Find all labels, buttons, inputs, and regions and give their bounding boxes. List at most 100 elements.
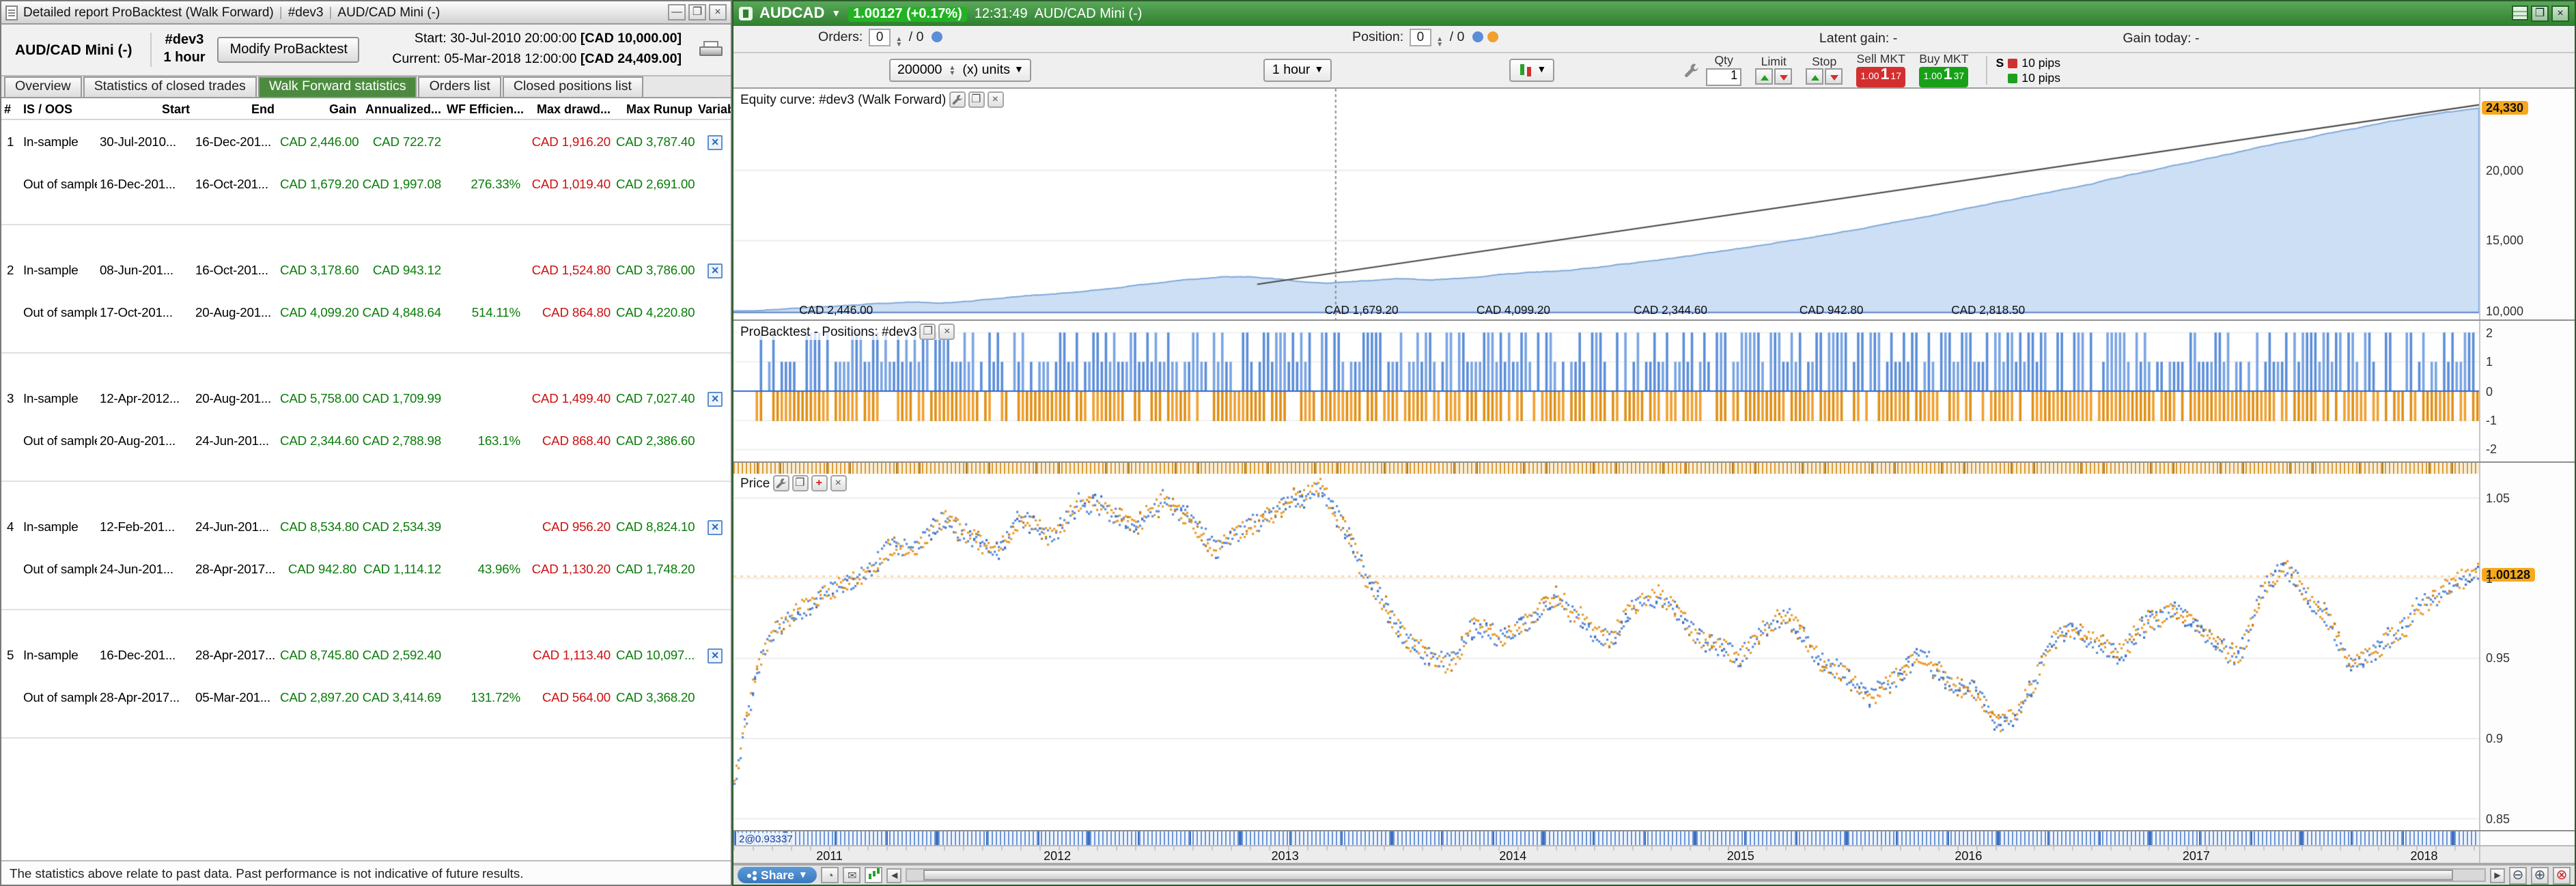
chart-type-dropdown[interactable]: ▼ [1509,59,1554,82]
close-panel-icon[interactable]: × [987,91,1003,108]
reset-zoom-icon[interactable]: ⊗ [2553,866,2571,884]
chevron-down-icon[interactable]: ▼ [831,9,841,18]
table-row[interactable]: 1In-sample30-Jul-2010...16-Dec-201...CAD… [1,120,731,162]
user-icon[interactable]: ◔ [822,867,839,883]
positions-chart-canvas[interactable] [733,321,2479,461]
equity-chart[interactable]: Equity curve: #dev3 (Walk Forward) ❐ × C… [733,89,2479,319]
table-row[interactable]: 5In-sample16-Dec-201...28-Apr-2017...CAD… [1,633,731,676]
wrench-icon[interactable] [772,475,789,491]
stop-loss-icon[interactable] [2008,58,2017,68]
tab-closed-positions-list[interactable]: Closed positions list [503,76,643,97]
position-alert-icon[interactable] [1487,31,1498,42]
tab-statistics-of-closed-trades[interactable]: Statistics of closed trades [83,76,257,97]
scroll-left-icon[interactable]: ◀ [887,868,902,883]
chart-titlebar[interactable]: AUDCAD ▼ 1.00127 (+0.17%) 12:31:49 AUD/C… [733,1,2575,26]
variables-icon[interactable]: × [708,391,723,406]
row-max-runup: CAD 1,748.20 [613,561,695,576]
close-icon[interactable]: × [2551,5,2569,22]
variables-icon[interactable]: × [708,519,723,534]
buy-mkt-button[interactable]: 1.00137 [1919,67,1968,87]
report-titlebar[interactable]: Detailed report ProBacktest (Walk Forwar… [1,1,731,25]
equity-chart-canvas[interactable] [733,89,2479,319]
restore-icon[interactable]: ❐ [688,4,706,20]
position-settings-icon[interactable] [1472,31,1483,42]
float-window-icon[interactable]: ❐ [968,91,984,108]
minimize-icon[interactable]: — [668,4,686,20]
print-icon[interactable] [699,41,723,59]
horizontal-scrollbar[interactable] [906,868,2486,882]
row-type: Out of sample [20,176,97,191]
equity-panel-title: Equity curve: #dev3 (Walk Forward) [740,92,946,107]
row-start-date: 12-Apr-2012... [97,390,193,405]
report-instrument: AUD/CAD Mini (-) [337,5,440,20]
table-row[interactable]: Out of sample28-Apr-2017...05-Mar-201...… [1,676,731,718]
position-status: Position: 0▲▼ / 0 [1352,30,1498,48]
scroll-right-icon[interactable]: ▶ [2490,868,2505,883]
variables-icon[interactable]: × [708,263,723,278]
close-panel-icon[interactable]: × [939,324,955,340]
row-max-drawdown: CAD 1,019.40 [523,176,613,191]
table-row[interactable]: Out of sample16-Dec-201...16-Oct-201...C… [1,162,731,205]
stop-pips-2[interactable]: 10 pips [2021,71,2060,85]
add-indicator-icon[interactable]: + [811,475,827,491]
restore-icon[interactable]: ❐ [2531,5,2549,22]
row-end-date: 20-Aug-201... [193,390,277,405]
qty-field: Qty 1 [1706,55,1741,85]
table-row[interactable]: 4In-sample12-Feb-201...24-Jun-201...CAD … [1,505,731,547]
report-strategy: #dev3 [288,5,324,20]
equity-axis: 24,330 20,00015,00010,000 [2479,89,2575,319]
buy-limit-button[interactable] [1755,69,1773,85]
row-type: In-sample [20,390,97,405]
performance-icon[interactable] [865,867,883,883]
order-settings-wrench-icon[interactable] [1684,63,1699,78]
row-number: 4 [1,519,20,534]
buy-stop-button[interactable] [1806,69,1823,85]
sell-stop-button[interactable] [1825,69,1843,85]
tab-walk-forward-statistics[interactable]: Walk Forward statistics [258,76,417,97]
orders-count-input[interactable]: 0 [869,29,891,46]
share-button[interactable]: Share ▼ [738,867,817,883]
variables-icon[interactable]: × [708,134,723,149]
quantity-spinner[interactable]: ▲▼ [949,65,955,76]
stop-orders: Stop [1806,55,1843,85]
float-window-icon[interactable]: ❐ [920,324,936,340]
close-panel-icon[interactable]: × [830,475,846,491]
table-row[interactable]: 3In-sample12-Apr-2012...20-Aug-201...CAD… [1,377,731,419]
zoom-out-icon[interactable]: ⊖ [2509,866,2527,884]
sell-mkt-button[interactable]: 1.00117 [1856,67,1905,87]
tab-orders-list[interactable]: Orders list [419,76,501,97]
position-spinner[interactable]: ▲▼ [1436,37,1443,48]
sell-limit-button[interactable] [1774,69,1792,85]
variables-icon[interactable]: × [708,648,723,663]
mail-icon[interactable]: ✉ [843,867,861,883]
zoom-in-icon[interactable]: ⊕ [2531,866,2549,884]
float-window-icon[interactable]: ❐ [792,475,808,491]
row-annualized: CAD 943.12 [359,262,444,277]
row-max-runup: CAD 8,824.10 [613,519,695,534]
table-row[interactable]: Out of sample20-Aug-201...24-Jun-201...C… [1,419,731,461]
tab-overview[interactable]: Overview [4,76,82,97]
position-count-input[interactable]: 0 [1410,29,1431,46]
close-icon[interactable]: × [709,4,727,20]
take-profit-icon[interactable] [2008,73,2017,83]
price-chart-canvas[interactable] [733,463,2479,830]
price-chart[interactable]: Price ❐ + × [733,463,2479,830]
orders-settings-icon[interactable] [932,31,942,42]
table-row[interactable]: 2In-sample08-Jun-201...16-Oct-201...CAD … [1,248,731,291]
table-row[interactable]: Out of sample24-Jun-201...28-Apr-2017...… [1,547,731,590]
quantity-dropdown[interactable]: 200000 ▲▼ (x) units ▼ [889,59,1032,82]
stop-pips-1[interactable]: 10 pips [2021,56,2060,70]
timeframe-dropdown[interactable]: 1 hour ▼ [1264,59,1332,82]
modify-probacktest-button[interactable]: Modify ProBacktest [218,37,360,63]
symbol-label[interactable]: AUDCAD [759,5,824,22]
qty-input[interactable]: 1 [1706,68,1741,86]
positions-chart[interactable]: ProBacktest - Positions: #dev3 ❐ × [733,321,2479,461]
time-axis[interactable]: 20112012201320142015201620172018 [733,846,2575,864]
equity-segment-label: CAD 942.80 [1800,303,1864,317]
table-row[interactable]: Out of sample17-Oct-201...20-Aug-201...C… [1,291,731,333]
orders-spinner[interactable]: ▲▼ [895,37,902,48]
scrollbar-thumb[interactable] [923,870,2453,881]
wrench-icon[interactable] [949,91,965,108]
workspace-grid-icon[interactable] [2512,5,2528,20]
row-variables: × [695,646,731,663]
